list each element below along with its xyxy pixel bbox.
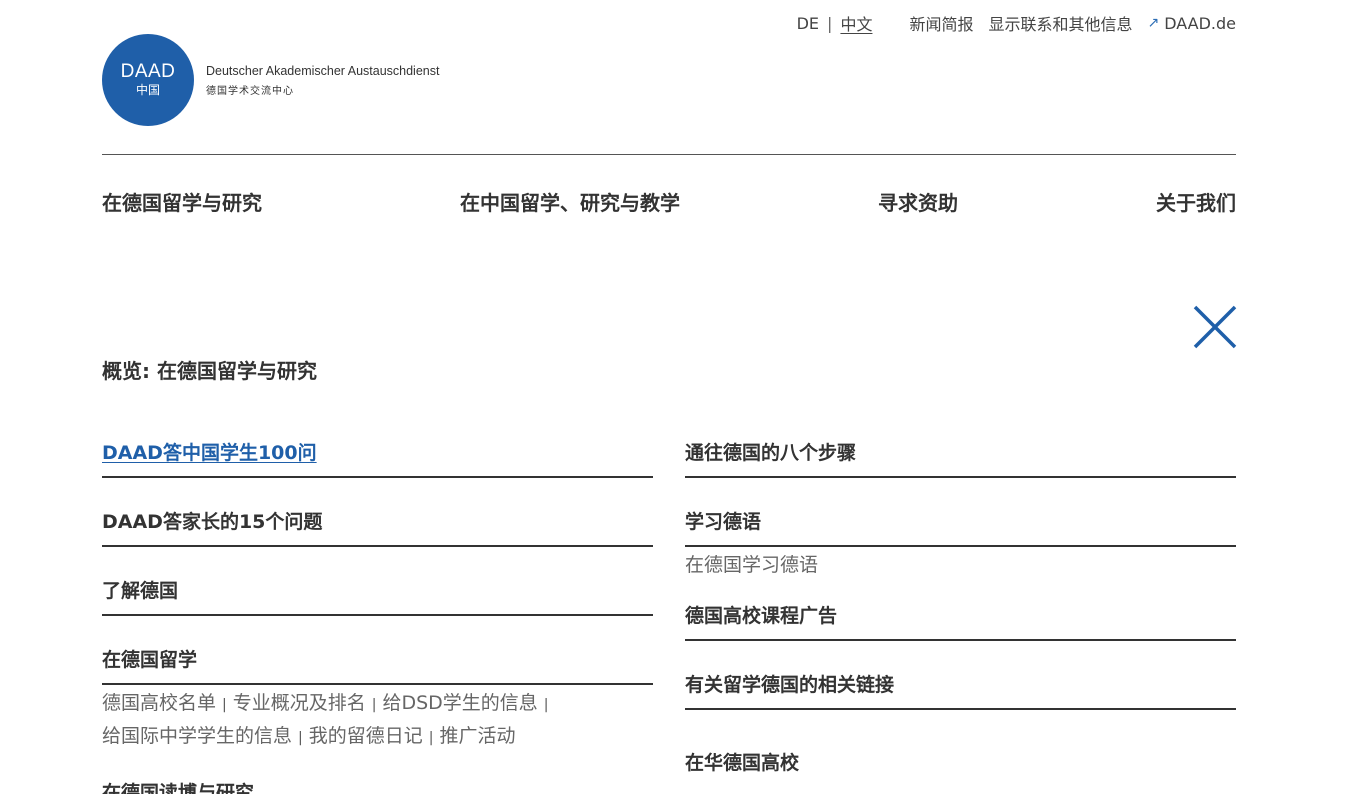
menu-link-german-universities-in-china[interactable]: 在华德国高校: [685, 721, 1236, 775]
menu-right-column: 通往德国的八个步骤 学习德语 在德国学习德语 德国高校课程广告 有关留学德国的相…: [685, 420, 1236, 781]
menu-link-course-ads[interactable]: 德国高校课程广告: [685, 601, 837, 628]
menu-entry: 学习德语: [685, 489, 1236, 547]
nav-about-us[interactable]: 关于我们: [1156, 187, 1236, 216]
sublink-dsd-info[interactable]: 给DSD学生的信息: [382, 692, 537, 714]
menu-entry: DAAD答中国学生100问: [102, 420, 653, 478]
menu-entry: 有关留学德国的相关链接: [685, 652, 1236, 710]
close-menu-button[interactable]: [1193, 305, 1237, 349]
menu-link-about-germany[interactable]: 了解德国: [102, 576, 178, 603]
menu-link-learn-german[interactable]: 学习德语: [685, 507, 761, 534]
lang-de-link[interactable]: DE: [797, 14, 819, 33]
logo-circle-line1: DAAD: [120, 61, 176, 82]
menu-entry: 德国高校课程广告: [685, 591, 1236, 641]
learn-german-sublinks: 在德国学习德语: [685, 550, 1236, 581]
menu-entry: 在德国留学: [102, 627, 653, 685]
meta-links: 新闻简报 显示联系和其他信息 ↗ DAAD.de: [909, 11, 1236, 35]
newsletter-link[interactable]: 新闻简报: [909, 11, 973, 35]
lang-separator: |: [827, 13, 833, 33]
logo-text: Deutscher Akademischer Austauschdienst 德…: [206, 64, 439, 97]
menu-link-parents-questions[interactable]: DAAD答家长的15个问题: [102, 507, 322, 534]
logo-name-zh: 德国学术交流中心: [206, 85, 294, 97]
menu-link-eight-steps[interactable]: 通往德国的八个步骤: [685, 438, 856, 465]
menu-link-related-links[interactable]: 有关留学德国的相关链接: [685, 670, 894, 697]
menu-entry: DAAD答家长的15个问题: [102, 489, 653, 547]
lang-zh-link[interactable]: 中文: [840, 11, 872, 35]
study-sublinks: 德国高校名单 | 专业概况及排名 | 给DSD学生的信息 | 给国际中学学生的信息 | 我的留…: [102, 692, 549, 747]
sublink-events[interactable]: 推广活动: [439, 725, 515, 747]
menu-entry: 了解德国: [102, 558, 653, 616]
header-divider: [102, 154, 1236, 155]
menu-entry: 在华德国高校: [685, 721, 1236, 781]
close-icon: [1193, 305, 1237, 349]
sublink-intl-school-info[interactable]: 给国际中学学生的信息: [102, 725, 292, 747]
daad-de-link[interactable]: ↗ DAAD.de: [1147, 14, 1236, 33]
language-switcher: DE | 中文: [797, 11, 873, 35]
logo-circle-line2: 中国: [135, 83, 160, 97]
logo-name-de: Deutscher Akademischer Austauschdienst: [206, 63, 440, 78]
menu-link-study-in-germany[interactable]: 在德国留学: [102, 645, 197, 672]
nav-study-in-germany[interactable]: 在德国留学与研究: [102, 187, 262, 216]
logo-circle: DAAD 中国: [102, 34, 194, 126]
menu-left-column: DAAD答中国学生100问 DAAD答家长的15个问题 了解德国 在德国留学 德…: [102, 420, 653, 794]
sublink-subject-ranking[interactable]: 专业概况及排名: [233, 692, 366, 714]
sublink-diary[interactable]: 我的留德日记: [309, 725, 423, 747]
menu-link-phd-research[interactable]: 在德国读博与研究: [102, 764, 653, 794]
meta-bar: DE | 中文 新闻简报 显示联系和其他信息 ↗ DAAD.de: [797, 11, 1236, 35]
sublink-learn-german-in-germany[interactable]: 在德国学习德语: [685, 554, 818, 576]
sublink-university-list[interactable]: 德国高校名单: [102, 692, 216, 714]
daad-logo[interactable]: DAAD 中国 Deutscher Akademischer Austausch…: [102, 34, 439, 126]
contact-info-link[interactable]: 显示联系和其他信息: [988, 11, 1132, 35]
nav-study-in-china[interactable]: 在中国留学、研究与教学: [460, 187, 680, 216]
main-nav: 在德国留学与研究 在中国留学、研究与教学 寻求资助 关于我们: [102, 187, 1236, 216]
menu-entry: 通往德国的八个步骤: [685, 420, 1236, 478]
menu-link-100-questions[interactable]: DAAD答中国学生100问: [102, 438, 317, 465]
nav-funding[interactable]: 寻求资助: [878, 187, 958, 216]
overview-link[interactable]: 概览: 在德国留学与研究: [102, 355, 317, 384]
menu-entry: 在德国读博与研究: [102, 764, 653, 794]
daad-de-label: DAAD.de: [1164, 13, 1236, 33]
external-link-icon: ↗: [1147, 15, 1160, 31]
